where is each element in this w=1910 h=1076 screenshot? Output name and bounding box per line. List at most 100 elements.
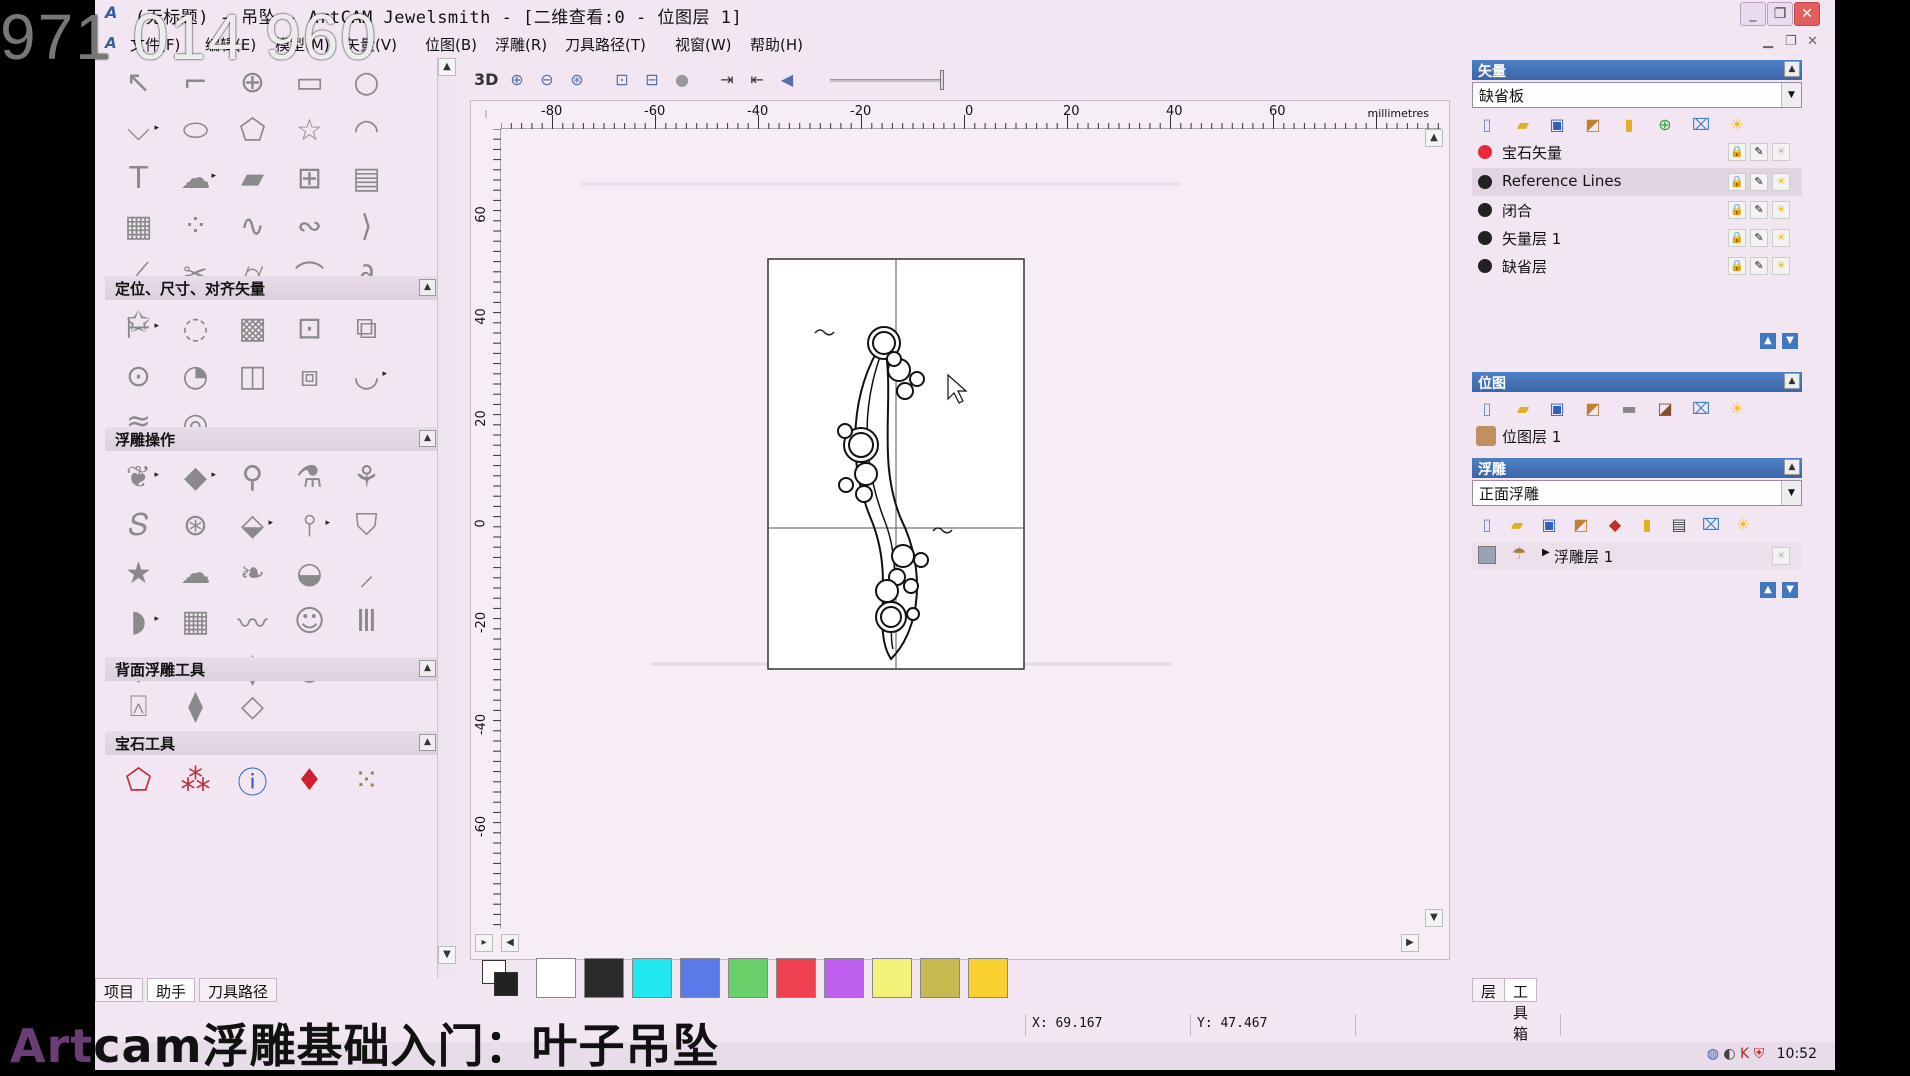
text-on-curve-icon[interactable]: ☁ ▸ (167, 154, 224, 202)
back-plate-icon[interactable]: ◇ (224, 682, 281, 730)
rotate-icon[interactable]: ◔ (167, 352, 224, 400)
scroll-left-icon[interactable]: ◀ (501, 934, 519, 952)
expand-arrow-icon[interactable]: ▶ (1542, 547, 1550, 558)
view-3d-button[interactable]: 3D (474, 68, 498, 92)
merge-relief-icon[interactable]: ◆ (1604, 514, 1626, 536)
view-vertical-scrollbar[interactable]: ▲ ▼ (1424, 129, 1446, 929)
lightbulb-icon[interactable]: ☀ (1732, 514, 1754, 536)
scroll-up-icon[interactable]: ▲ (1425, 129, 1443, 147)
vector-layer-row[interactable]: 闭合 🔒 ✎ ☀ (1472, 196, 1802, 224)
color-swatch-purple[interactable] (824, 958, 864, 998)
gem-setting-icon[interactable]: ⬠ (110, 756, 167, 804)
save-icon[interactable]: ▣ (1546, 114, 1568, 136)
color-swatch-red[interactable] (776, 958, 816, 998)
relief-calc-icon[interactable]: ▤ (1668, 514, 1690, 536)
delete-layer-icon[interactable]: ⌧ (1690, 398, 1712, 420)
relief-select[interactable]: 正面浮雕 ▼ (1472, 480, 1802, 506)
collapse-icon[interactable]: ▲ (419, 734, 436, 751)
tray-shield-icon[interactable]: ⛨ (1754, 1046, 1765, 1062)
relief-combine-icon[interactable]: ☂ (1512, 544, 1526, 563)
collapse-icon[interactable]: ▲ (419, 430, 436, 447)
layer-color-dot[interactable] (1478, 175, 1492, 189)
sculpt-icon[interactable]: ⫯ ▸ (281, 501, 338, 549)
person-relief-icon[interactable]: ☺ (281, 597, 338, 645)
visibility-bulb-icon[interactable]: ☀ (1772, 173, 1790, 191)
vector-layer-row[interactable]: 宝石矢量 🔒 ✎ ☀ (1472, 138, 1802, 166)
visibility-bulb-icon[interactable]: ☀ (1772, 229, 1790, 247)
zoom-disabled-icon[interactable]: ● (670, 68, 694, 92)
vector-layer-row[interactable]: 矢量层 1 🔒 ✎ ☀ (1472, 224, 1802, 252)
collapse-icon[interactable]: ▲ (419, 660, 436, 677)
menu-bitmap[interactable]: 位图(B) (425, 34, 477, 55)
zoom-in-icon[interactable]: ⊕ (505, 68, 529, 92)
panel-toggle-icon[interactable]: ▸ (475, 934, 493, 952)
color-swatch-white[interactable] (536, 958, 576, 998)
lightbulb-icon[interactable]: ☀ (1726, 398, 1748, 420)
pen-icon[interactable]: ✎ (1750, 201, 1768, 219)
ring-relief-icon[interactable]: ◒ (281, 549, 338, 597)
pattern-relief-icon[interactable]: ▦ (167, 597, 224, 645)
arc-icon[interactable]: ◠ (338, 106, 395, 154)
star-icon[interactable]: ☆ (281, 106, 338, 154)
gem-info-icon[interactable]: ⓘ (224, 756, 281, 804)
color-swatch-olive[interactable] (920, 958, 960, 998)
chevron-down-icon[interactable]: ▼ (1781, 481, 1801, 505)
bitmap-layer-row[interactable]: 位图层 1 (1472, 422, 1802, 450)
embossed-text-icon[interactable]: ▤ (338, 154, 395, 202)
smooth-icon[interactable]: ∿ (224, 202, 281, 250)
star-relief-icon[interactable]: ★ (110, 549, 167, 597)
swirl-icon[interactable]: 𝑆 (110, 501, 167, 549)
menu-relief[interactable]: 浮雕(R) (495, 34, 547, 55)
cloud-relief-icon[interactable]: ☁ (167, 549, 224, 597)
color-swatch-light-yellow[interactable] (872, 958, 912, 998)
new-layer-icon[interactable]: ▯ (1476, 398, 1498, 420)
gem-pave-icon[interactable]: ⁙ (338, 756, 395, 804)
group-icon[interactable]: ⊡ (281, 304, 338, 352)
color-swatch-black[interactable] (584, 958, 624, 998)
move-layer-up-icon[interactable]: ▲ (1760, 333, 1776, 349)
text-style-icon[interactable]: ▰ (224, 154, 281, 202)
grey-box-icon[interactable]: ▬ (1618, 398, 1640, 420)
visibility-bulb-icon[interactable]: ☀ (1772, 257, 1790, 275)
pen-icon[interactable]: ✎ (1750, 257, 1768, 275)
text-icon[interactable]: T (110, 154, 167, 202)
relief-layer-row[interactable]: ☂ ▶ 浮雕层 1 ☀ (1472, 542, 1802, 570)
view-horizontal-scrollbar[interactable]: ▸ ◀ ▶ (471, 931, 1451, 955)
visibility-bulb-icon[interactable]: ☀ (1772, 547, 1790, 565)
zoom-previous-icon[interactable]: ⊟ (640, 68, 664, 92)
collapse-icon[interactable]: ▲ (419, 279, 436, 296)
texture-icon[interactable]: ⊛ (167, 501, 224, 549)
lock-icon[interactable]: 🔒 (1728, 201, 1746, 219)
extrude-icon[interactable]: ◆ ▸ (167, 453, 224, 501)
layer-color-dot[interactable] (1478, 145, 1492, 159)
vector-layer-row[interactable]: 缺省层 🔒 ✎ ☀ (1472, 252, 1802, 280)
tab-project[interactable]: 项目 (95, 978, 144, 1002)
copy-layer-icon[interactable]: ◩ (1570, 514, 1592, 536)
minimize-button[interactable]: _ (1740, 2, 1766, 26)
lock-icon[interactable]: 🔒 (1728, 143, 1746, 161)
scroll-down-icon[interactable]: ▼ (438, 946, 456, 964)
mdi-minimize-icon[interactable]: ▁ (1763, 34, 1773, 49)
boolean-add-icon[interactable]: ⊞ (281, 154, 338, 202)
left-panel-scrollbar[interactable]: ▲ ▼ (437, 58, 457, 978)
pen-icon[interactable]: ✎ (1750, 229, 1768, 247)
color-swatch-gold[interactable] (968, 958, 1008, 998)
new-layer-icon[interactable]: ▯ (1476, 114, 1498, 136)
mirror-icon[interactable]: ◫ (224, 352, 281, 400)
open-folder-icon[interactable]: ▰ (1512, 114, 1534, 136)
shell-relief-icon[interactable]: ◗ ▸ (110, 597, 167, 645)
zoom-slider-track[interactable] (830, 79, 940, 82)
back-bell-icon[interactable]: ⍓ (110, 682, 167, 730)
primary-secondary-color-icon[interactable] (480, 958, 520, 998)
color-swatch-green[interactable] (728, 958, 768, 998)
border-icon[interactable]: ▦ (110, 202, 167, 250)
menu-window[interactable]: 视窗(W) (675, 34, 732, 55)
tab-toolbox[interactable]: 工具箱 (1504, 978, 1538, 1043)
wave-icon[interactable]: ∾ (281, 202, 338, 250)
polygon-icon[interactable]: ⬠ (224, 106, 281, 154)
back-arrow-icon[interactable]: ◀ (775, 68, 799, 92)
array-copy-icon[interactable]: ⁘ (167, 202, 224, 250)
bitmap-section-header[interactable]: 位图 ▲ (1472, 372, 1802, 392)
spin-icon[interactable]: ⚲ (224, 453, 281, 501)
rotate-dots-icon[interactable]: ◌ (167, 304, 224, 352)
